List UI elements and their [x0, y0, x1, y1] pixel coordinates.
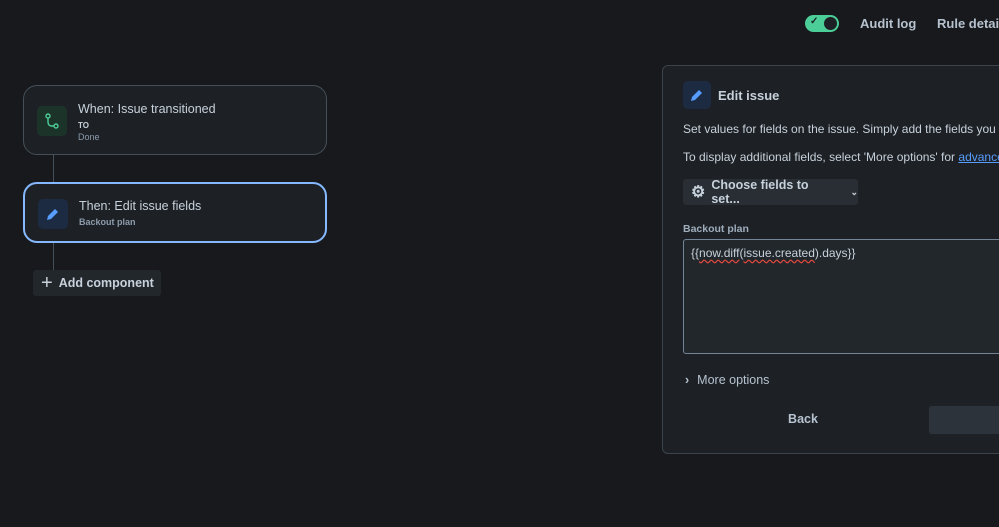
pencil-icon [683, 81, 711, 109]
audit-log-link[interactable]: Audit log [860, 16, 916, 31]
choose-fields-label: Choose fields to set... [711, 178, 809, 206]
more-options-label: More options [697, 373, 770, 387]
advanced-link[interactable]: advance [958, 150, 999, 164]
action-subtitle: Backout plan [79, 217, 136, 227]
transition-icon [37, 106, 67, 136]
action-title: Then: Edit issue fields [79, 199, 202, 213]
trigger-value: Done [78, 132, 100, 142]
edit-issue-panel: Edit issue Set values for fields on the … [662, 65, 999, 454]
chevron-down-icon: ⌄ [850, 186, 859, 197]
panel-title: Edit issue [718, 88, 780, 103]
chevron-right-icon: › [685, 373, 690, 387]
gear-icon: ⚙ [691, 184, 706, 201]
backout-plan-textarea[interactable]: {{now.diff(issue.created).days}} [683, 239, 999, 354]
choose-fields-button[interactable]: ⚙ Choose fields to set... ⌄ [683, 178, 859, 206]
back-button[interactable]: Back [773, 404, 833, 434]
plus-icon: + [41, 272, 53, 294]
hint-text: To display additional fields, select 'Mo… [683, 150, 959, 164]
rule-enabled-toggle[interactable]: ✓ [805, 15, 839, 32]
rule-details-link[interactable]: Rule details [937, 16, 999, 31]
next-button[interactable] [929, 406, 999, 434]
add-component-button[interactable]: + Add component [33, 270, 161, 296]
more-options-toggle[interactable]: › More options [685, 373, 769, 387]
trigger-label: TO [78, 121, 89, 130]
panel-description: Set values for fields on the issue. Simp… [683, 122, 999, 136]
field-label: Backout plan [683, 223, 749, 235]
add-component-label: Add component [58, 276, 154, 290]
check-icon: ✓ [810, 16, 819, 27]
panel-hint: To display additional fields, select 'Mo… [683, 150, 999, 164]
pencil-icon [38, 199, 68, 229]
trigger-card[interactable]: When: Issue transitioned TO Done [23, 85, 327, 155]
action-card[interactable]: Then: Edit issue fields Backout plan [23, 182, 327, 243]
trigger-title: When: Issue transitioned [78, 102, 216, 116]
